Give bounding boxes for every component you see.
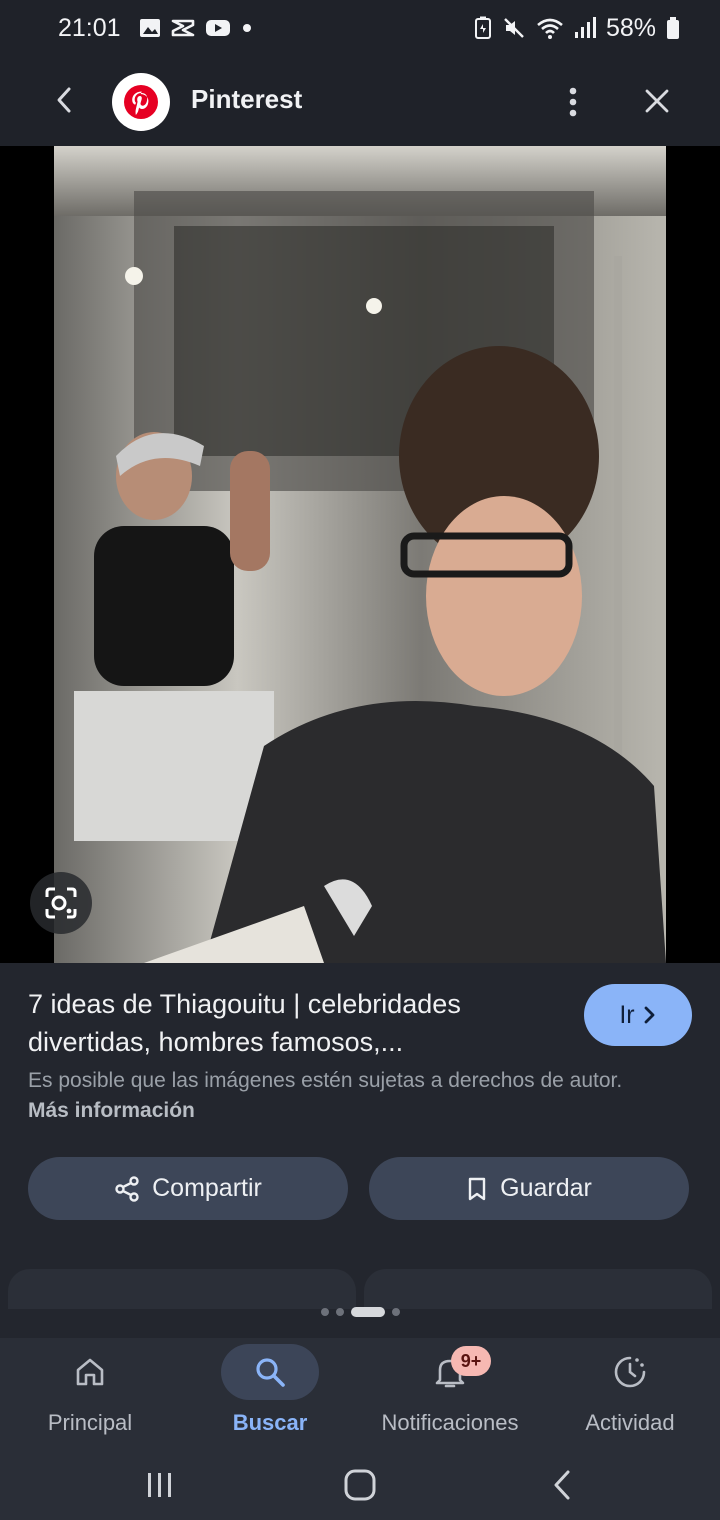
nav-icon-container xyxy=(581,1344,679,1400)
result-details: 7 ideas de Thiagouitu | celebridades div… xyxy=(0,963,720,1338)
signal-icon xyxy=(574,16,596,40)
nav-label: Buscar xyxy=(232,1410,308,1435)
nav-item-actividad[interactable]: Actividad xyxy=(540,1338,720,1448)
status-time: 21:01 xyxy=(58,13,121,42)
share-button[interactable]: Compartir xyxy=(28,1157,348,1220)
bookmark-icon xyxy=(468,1177,486,1200)
nav-label: Actividad xyxy=(585,1410,675,1435)
save-button[interactable]: Guardar xyxy=(369,1157,689,1220)
app-bar: Pinterest xyxy=(0,56,720,146)
activity-icon xyxy=(614,1356,646,1388)
save-label: Guardar xyxy=(500,1174,592,1202)
status-left: 21:01 xyxy=(58,14,253,43)
lens-icon xyxy=(45,887,77,919)
share-label: Compartir xyxy=(152,1174,262,1202)
gallery-icon xyxy=(139,18,161,38)
photo-illustration xyxy=(54,146,666,963)
status-bar: 21:01 58% xyxy=(0,0,720,56)
nav-icon-container: 9+ xyxy=(401,1344,499,1400)
share-icon xyxy=(115,1175,139,1202)
close-button[interactable] xyxy=(636,80,678,122)
home-button[interactable] xyxy=(330,1460,390,1510)
nav-item-notificaciones[interactable]: 9+ Notificaciones xyxy=(360,1338,540,1448)
related-card-peek[interactable] xyxy=(364,1269,712,1309)
home-icon xyxy=(76,1358,104,1386)
back-icon xyxy=(554,1470,570,1500)
pager-dot xyxy=(335,1308,344,1316)
copyright-notice: Es posible que las imágenes estén sujeta… xyxy=(28,1066,648,1126)
status-right: 58% xyxy=(474,14,680,43)
home-circle-icon xyxy=(344,1469,376,1501)
copyright-text: Es posible que las imágenes estén sujeta… xyxy=(28,1069,623,1092)
capcut-icon xyxy=(171,18,195,38)
mute-icon xyxy=(502,16,526,40)
battery-percent: 58% xyxy=(605,13,656,42)
close-icon xyxy=(645,89,669,113)
pager-dots xyxy=(0,1307,720,1317)
nav-item-principal[interactable]: Principal xyxy=(0,1338,180,1448)
related-card-peek[interactable] xyxy=(8,1269,356,1309)
recent-apps-button[interactable] xyxy=(130,1460,190,1510)
notification-badge: 9+ xyxy=(451,1346,491,1376)
system-navigation-bar xyxy=(0,1448,720,1520)
chevron-right-icon xyxy=(644,1006,655,1024)
youtube-icon xyxy=(205,18,231,38)
nav-icon-container xyxy=(221,1344,319,1400)
notification-icons xyxy=(139,18,253,38)
result-photo[interactable] xyxy=(54,146,666,963)
pager-dot xyxy=(320,1308,329,1316)
search-icon xyxy=(256,1358,285,1387)
back-button[interactable] xyxy=(44,80,84,120)
pager-dot-active xyxy=(350,1307,385,1317)
nav-icon-container xyxy=(41,1344,139,1400)
image-viewer[interactable] xyxy=(0,146,720,963)
recents-icon xyxy=(148,1473,171,1497)
wifi-icon xyxy=(536,16,564,40)
dot-icon xyxy=(241,22,253,34)
chevron-left-icon xyxy=(57,87,71,113)
nav-label: Notificaciones xyxy=(381,1410,519,1435)
nav-label: Principal xyxy=(47,1410,133,1435)
pinterest-logo xyxy=(112,73,170,131)
go-button[interactable]: Ir xyxy=(584,984,692,1046)
battery-icon xyxy=(666,16,680,40)
more-info-link[interactable]: Más información xyxy=(28,1099,195,1122)
pager-dot xyxy=(391,1308,400,1316)
pinterest-icon xyxy=(124,85,158,119)
nav-item-buscar[interactable]: Buscar xyxy=(180,1338,360,1448)
system-back-button[interactable] xyxy=(532,1460,592,1510)
app-title: Pinterest xyxy=(191,84,303,114)
more-options-button[interactable] xyxy=(556,82,590,122)
go-button-label: Ir xyxy=(619,1000,635,1029)
more-vert-icon xyxy=(569,87,577,117)
result-title[interactable]: 7 ideas de Thiagouitu | celebridades div… xyxy=(28,985,558,1061)
battery-saver-icon xyxy=(474,16,492,40)
google-lens-button[interactable] xyxy=(30,872,92,934)
bottom-navigation: Principal Buscar 9+ Notificaciones Activ… xyxy=(0,1338,720,1448)
